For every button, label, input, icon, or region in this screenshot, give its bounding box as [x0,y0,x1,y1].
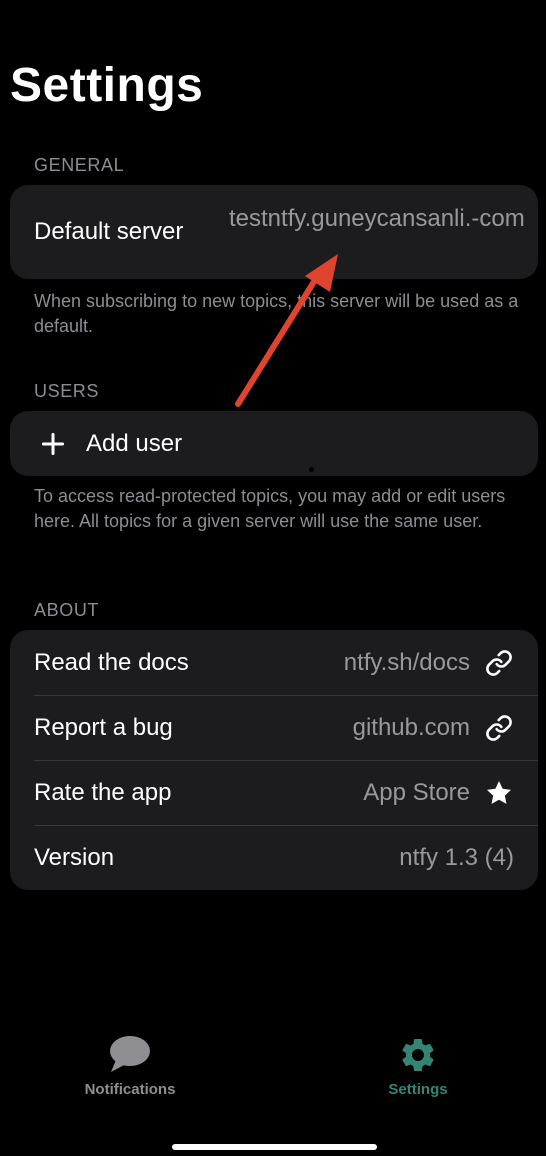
home-indicator[interactable] [172,1144,377,1150]
tab-notifications-label: Notifications [84,1081,176,1098]
read-docs-label: Read the docs [34,648,189,676]
report-bug-label: Report a bug [34,713,173,741]
users-footer: To access read-protected topics, you may… [34,486,506,531]
link-icon [484,648,514,678]
read-docs-value: ntfy.sh/docs [343,648,470,676]
rate-app-label: Rate the app [34,778,172,806]
general-card: Default server testntfy.guneycansanli.-c… [10,185,538,279]
plus-icon [42,432,64,455]
add-user-label: Add user [86,429,183,457]
version-label: Version [34,843,115,871]
users-card: Add user [10,411,538,476]
rate-app-row[interactable]: Rate the app App Store [10,760,538,825]
default-server-value: testntfy.guneycansanli.-com [229,205,525,232]
rate-app-value: App Store [363,778,470,806]
link-icon [484,713,514,743]
version-row: Version ntfy 1.3 (4) [10,825,538,890]
add-user-button[interactable]: Add user [10,411,538,476]
general-footer: When subscribing to new topics, this ser… [34,291,519,336]
gear-icon [402,1039,434,1071]
tab-bar: Notifications Settings [0,1035,546,1125]
read-docs-row[interactable]: Read the docs ntfy.sh/docs [10,630,538,695]
cursor-dot [309,467,314,472]
tab-settings[interactable]: Settings [348,1035,488,1125]
report-bug-value: github.com [352,713,470,741]
section-header-users: USERS [34,381,100,401]
page-title: Settings [10,59,204,112]
section-header-about: ABOUT [34,600,100,620]
tab-settings-label: Settings [388,1081,448,1098]
chat-bubble-icon [110,1036,150,1072]
report-bug-row[interactable]: Report a bug github.com [10,695,538,760]
default-server-label: Default server [34,218,184,245]
default-server-row[interactable]: Default server testntfy.guneycansanli.-c… [10,185,538,279]
section-header-general: GENERAL [34,155,125,175]
settings-screen: Settings GENERAL Default server testntfy… [0,0,546,1156]
version-value: ntfy 1.3 (4) [399,843,514,871]
about-card: Read the docs ntfy.sh/docs Report a bug … [10,630,538,890]
tab-notifications[interactable]: Notifications [60,1035,200,1125]
star-icon [484,778,514,808]
